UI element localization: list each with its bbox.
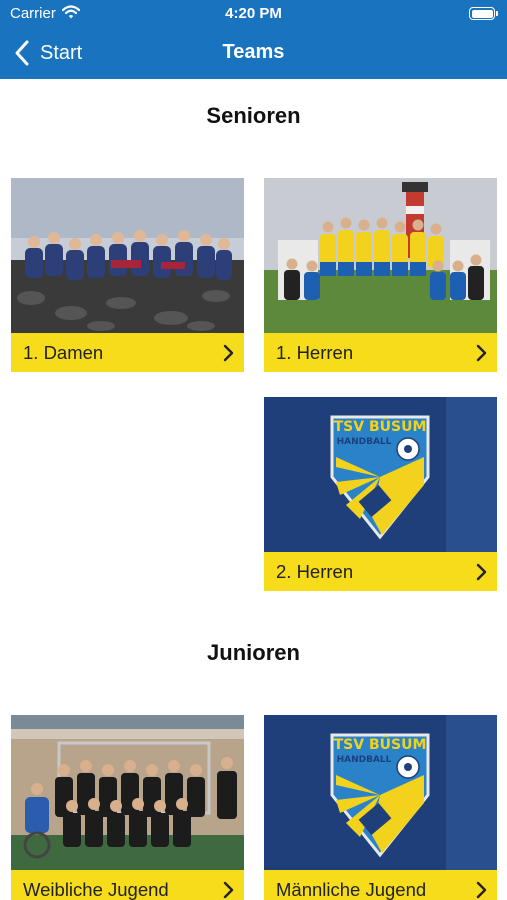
- team-card-weibliche-jugend[interactable]: Weibliche Jugend: [11, 715, 244, 900]
- status-time: 4:20 PM: [225, 5, 282, 22]
- club-logo-image: TSV BÜSUM HANDBALL: [264, 715, 497, 870]
- team-name: Weibliche Jugend: [23, 878, 169, 900]
- team-name: 2. Herren: [276, 560, 354, 582]
- team-photo: [11, 178, 244, 333]
- logo-text-line1: TSV BÜSUM: [334, 735, 427, 753]
- navigation-bar: Start Teams: [0, 28, 507, 79]
- team-photo: [11, 715, 244, 870]
- section-title-senioren: Senioren: [206, 103, 301, 128]
- team-card-maennliche-jugend[interactable]: TSV BÜSUM HANDBALL Männliche Jugend: [264, 715, 497, 900]
- team-card-label: 2. Herren: [264, 552, 497, 591]
- logo-text-line1: TSV BÜSUM: [334, 417, 427, 435]
- team-name: Männliche Jugend: [276, 878, 427, 900]
- team-card-1-damen[interactable]: 1. Damen: [11, 178, 244, 372]
- section-title-junioren: Junioren: [207, 640, 300, 665]
- team-card-label: 1. Herren: [264, 333, 497, 372]
- team-card-label: 1. Damen: [11, 333, 244, 372]
- club-logo-image: TSV BÜSUM HANDBALL: [264, 397, 497, 552]
- logo-text-line2: HANDBALL: [337, 437, 392, 447]
- status-bar: Carrier 4:20 PM: [0, 0, 507, 28]
- team-card-1-herren[interactable]: 1. Herren: [264, 178, 497, 372]
- team-card-label: Weibliche Jugend: [11, 870, 244, 900]
- battery-icon: [469, 7, 498, 20]
- team-card-2-herren[interactable]: TSV BÜSUM HANDBALL 2. Herren: [264, 397, 497, 591]
- chevron-right-icon: [476, 563, 487, 580]
- team-photo: [264, 178, 497, 333]
- team-card-label: Männliche Jugend: [264, 870, 497, 900]
- team-name: 1. Damen: [23, 341, 104, 363]
- chevron-right-icon: [223, 881, 234, 898]
- chevron-right-icon: [476, 881, 487, 898]
- chevron-right-icon: [223, 344, 234, 361]
- chevron-right-icon: [476, 344, 487, 361]
- team-name: 1. Herren: [276, 341, 354, 363]
- page-title: Teams: [222, 41, 285, 63]
- logo-text-line2: HANDBALL: [337, 755, 392, 765]
